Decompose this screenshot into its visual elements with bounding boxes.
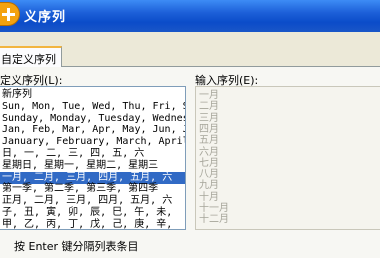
list-entry-line: 二月 [199, 101, 219, 113]
list-entry-line: 十月 [199, 191, 219, 203]
custom-list-item[interactable]: 子, 丑, 寅, 卯, 辰, 巳, 午, 未, [0, 207, 185, 219]
list-entry-line: 十一月 [199, 203, 229, 214]
custom-list-item[interactable]: 甲, 乙, 丙, 丁, 戊, 己, 庚, 辛, [0, 219, 185, 229]
list-entry-line: 七月 [199, 157, 219, 169]
custom-list-item[interactable]: 星期日, 星期一, 星期二, 星期三 [0, 160, 185, 172]
custom-list-item[interactable]: 第一季, 第二季, 第三季, 第四季 [0, 183, 185, 195]
custom-list-item[interactable]: 正月, 二月, 三月, 四月, 五月, 六 [0, 195, 185, 207]
list-entry-line: 六月 [199, 146, 219, 158]
list-entry-line: 一月 [199, 90, 219, 101]
tab-label: 自定义序列 [1, 53, 56, 66]
custom-list-item[interactable]: 一月, 二月, 三月, 四月, 五月, 六 [0, 171, 185, 184]
tab-custom-lists[interactable]: 自定义序列 [0, 46, 62, 67]
window-title: 义序列 [24, 10, 67, 25]
app-icon [0, 2, 20, 26]
custom-list-item[interactable]: Jan, Feb, Mar, Apr, May, Jun, J [0, 124, 185, 136]
list-entry-line: 五月 [199, 135, 219, 147]
custom-list-item[interactable]: January, February, March, April [0, 136, 185, 148]
list-entry-line: 四月 [199, 123, 219, 135]
list-entries-textarea[interactable]: 一月 二月 三月 四月 五月 六月 七月 八月 九月 十月 十一月 十二月 [195, 86, 380, 230]
custom-lists-listbox[interactable]: 新序列 Sun, Mon, Tue, Wed, Thu, Fri, S Sunday… [0, 86, 186, 230]
list-entry-line: 三月 [199, 112, 219, 124]
custom-list-item[interactable]: 日, 一, 二, 三, 四, 五, 六 [0, 148, 185, 160]
list-entry-line: 十二月 [199, 214, 229, 226]
custom-list-item[interactable]: Sunday, Monday, Tuesday, Wednes [0, 113, 185, 125]
list-entry-line: 九月 [199, 180, 219, 192]
custom-list-item[interactable]: 新序列 [0, 89, 185, 101]
list-entry-line: 八月 [199, 169, 219, 181]
hint-text: 按 Enter 键分隔列表条目 [14, 240, 139, 253]
custom-list-item[interactable]: Sun, Mon, Tue, Wed, Thu, Fri, S [0, 101, 185, 113]
title-bar: 义序列 [0, 0, 380, 32]
